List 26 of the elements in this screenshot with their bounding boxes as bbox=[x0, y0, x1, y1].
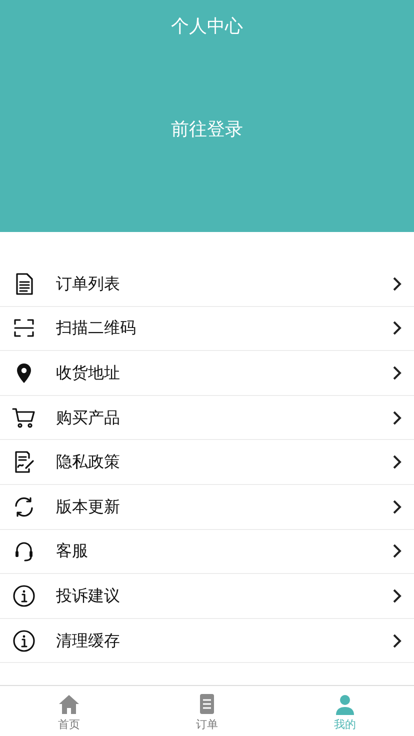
chevron-right-icon bbox=[392, 276, 402, 291]
document-sign-icon bbox=[12, 450, 36, 474]
menu-item[interactable]: 客服 bbox=[0, 530, 414, 574]
chevron-right-icon bbox=[392, 544, 402, 558]
refresh-icon bbox=[12, 494, 36, 519]
chevron-right-icon bbox=[392, 410, 402, 425]
tab[interactable]: 订单 bbox=[138, 686, 276, 736]
cart-icon bbox=[12, 406, 36, 430]
chevron-right-icon bbox=[392, 321, 402, 336]
info-icon bbox=[12, 628, 36, 653]
menu-item[interactable]: 订单列表 bbox=[0, 262, 414, 307]
menu-item[interactable]: 隐私政策 bbox=[0, 440, 414, 485]
menu-item[interactable]: 收货地址 bbox=[0, 351, 414, 396]
chevron-right-icon bbox=[392, 588, 402, 603]
info-icon bbox=[12, 584, 36, 608]
chevron-right-icon bbox=[392, 455, 402, 470]
menu-item[interactable]: 投诉建议 bbox=[0, 574, 414, 619]
tab[interactable]: 首页 bbox=[0, 686, 138, 736]
page-title: 个人中心 bbox=[171, 15, 243, 39]
chevron-right-icon bbox=[392, 366, 402, 380]
chevron-right-icon bbox=[392, 634, 402, 648]
menu-item[interactable]: 清理缓存 bbox=[0, 618, 414, 664]
menu-item[interactable]: 版本更新 bbox=[0, 484, 414, 530]
menu-item[interactable]: 扫描二维码 bbox=[0, 306, 414, 352]
menu-item[interactable]: 购买产品 bbox=[0, 396, 414, 440]
chevron-right-icon bbox=[392, 500, 402, 514]
